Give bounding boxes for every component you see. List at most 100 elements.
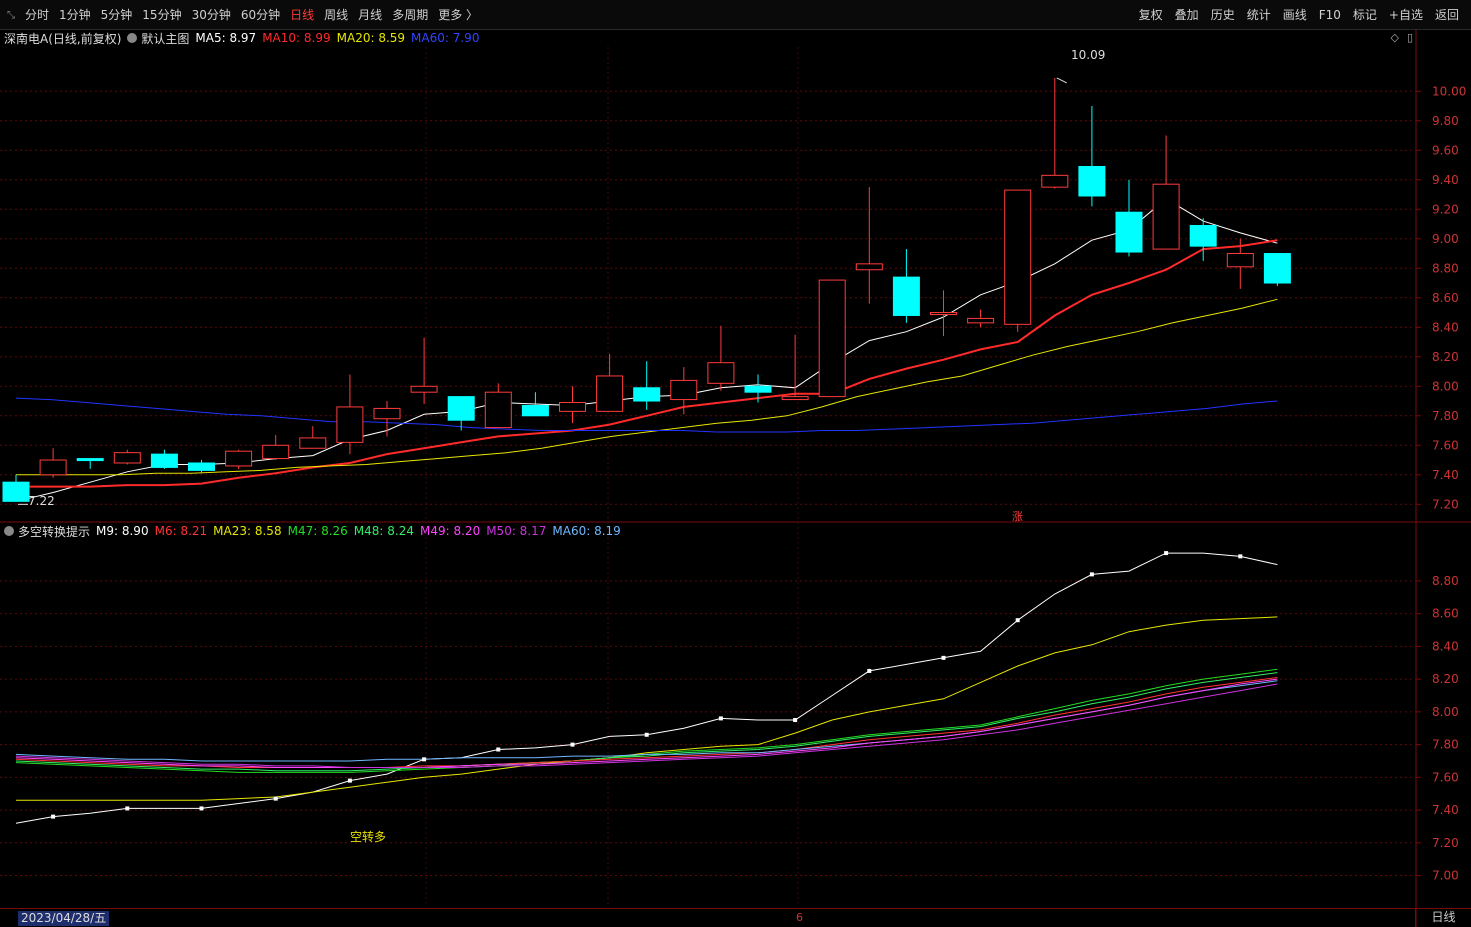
candle-body bbox=[596, 375, 624, 412]
month-mark: 6 bbox=[796, 911, 803, 924]
candle-body bbox=[1152, 183, 1180, 250]
m9-marker bbox=[199, 806, 204, 811]
candle-body bbox=[373, 407, 401, 420]
candle-body bbox=[670, 379, 698, 401]
candle-body bbox=[1226, 253, 1254, 268]
candle-body bbox=[967, 317, 995, 324]
price-tick-label: 7.40 bbox=[1432, 468, 1459, 482]
candle-body bbox=[188, 462, 215, 471]
m9-marker bbox=[644, 732, 649, 737]
candle-body bbox=[930, 312, 957, 316]
candle[interactable] bbox=[113, 449, 141, 465]
price-tick-label: 7.80 bbox=[1432, 409, 1459, 423]
candle-body bbox=[262, 444, 290, 460]
candle-body bbox=[744, 385, 772, 393]
candle[interactable] bbox=[967, 309, 995, 328]
candle[interactable] bbox=[225, 449, 253, 469]
m9-marker bbox=[718, 716, 723, 721]
candle-body bbox=[1189, 224, 1217, 247]
candle[interactable] bbox=[1004, 189, 1032, 332]
high-price-label: 10.09 bbox=[1071, 48, 1106, 62]
candle-body bbox=[521, 404, 549, 417]
m9-marker bbox=[1089, 572, 1094, 577]
candle[interactable] bbox=[781, 334, 809, 401]
m9-marker bbox=[496, 747, 501, 752]
candle[interactable] bbox=[670, 367, 698, 415]
candle-body bbox=[781, 396, 809, 401]
period-button[interactable]: 日线 bbox=[1415, 908, 1471, 927]
candle[interactable] bbox=[1115, 179, 1143, 257]
candle[interactable] bbox=[596, 353, 624, 412]
candle-body bbox=[1078, 165, 1106, 197]
candle[interactable] bbox=[707, 325, 735, 391]
sub-tick-label: 7.60 bbox=[1432, 770, 1459, 784]
candle-body bbox=[892, 276, 920, 316]
candle-body bbox=[1041, 174, 1069, 188]
candle-body bbox=[855, 263, 883, 271]
candle[interactable] bbox=[855, 187, 883, 304]
sub-tick-label: 8.40 bbox=[1432, 639, 1459, 653]
candle[interactable] bbox=[484, 383, 512, 429]
candle[interactable] bbox=[930, 290, 957, 337]
price-tick-label: 9.40 bbox=[1432, 173, 1459, 187]
candle-body bbox=[818, 279, 846, 398]
time-axis bbox=[0, 908, 1471, 927]
candle[interactable] bbox=[262, 434, 290, 461]
m9-marker bbox=[347, 778, 352, 783]
candle-body bbox=[633, 387, 661, 402]
candle-body bbox=[225, 450, 253, 467]
m9-marker bbox=[125, 806, 130, 811]
price-tick-label: 10.00 bbox=[1432, 84, 1466, 98]
candle[interactable] bbox=[1041, 77, 1069, 189]
candle-body bbox=[150, 453, 178, 468]
m9-marker bbox=[1015, 618, 1020, 623]
candle-body bbox=[1263, 253, 1291, 284]
price-tick-label: 8.40 bbox=[1432, 320, 1459, 334]
candle[interactable] bbox=[633, 361, 661, 410]
candle-body bbox=[113, 452, 141, 464]
sub-tick-label: 8.60 bbox=[1432, 607, 1459, 621]
candle-body bbox=[559, 402, 586, 412]
candle[interactable] bbox=[818, 279, 846, 398]
candle[interactable] bbox=[1152, 135, 1180, 250]
candle[interactable] bbox=[188, 460, 215, 474]
sub-tick-label: 7.40 bbox=[1432, 803, 1459, 817]
m9-marker bbox=[51, 814, 56, 819]
ma-line-ma5 bbox=[15, 198, 1278, 502]
cursor-date: 2023/04/28/五 bbox=[18, 911, 110, 926]
m9-marker bbox=[273, 796, 278, 801]
sub-line-m50 bbox=[15, 683, 1278, 768]
candle-body bbox=[484, 391, 512, 429]
candle[interactable] bbox=[39, 448, 67, 478]
candle[interactable] bbox=[892, 249, 920, 323]
candle[interactable] bbox=[410, 337, 438, 404]
candle[interactable] bbox=[373, 401, 401, 437]
candle-body bbox=[410, 385, 438, 393]
candle[interactable] bbox=[1263, 253, 1291, 286]
price-tick-label: 8.60 bbox=[1432, 291, 1459, 305]
candle-body bbox=[336, 406, 364, 443]
candle[interactable] bbox=[559, 386, 586, 424]
m9-marker bbox=[1238, 554, 1243, 559]
sub-line-m48 bbox=[15, 672, 1278, 772]
sub-line-ma23 bbox=[16, 616, 1278, 801]
candle-body bbox=[707, 362, 735, 384]
sub-tick-label: 7.00 bbox=[1432, 869, 1459, 883]
price-tick-label: 9.00 bbox=[1432, 232, 1459, 246]
candle-body bbox=[76, 458, 104, 462]
sub-tick-label: 8.00 bbox=[1432, 705, 1459, 719]
price-tick-label: 9.80 bbox=[1432, 114, 1459, 128]
m9-marker bbox=[1164, 551, 1169, 556]
sub-line-m47 bbox=[15, 668, 1278, 773]
candle[interactable] bbox=[150, 449, 178, 469]
price-tick-label: 7.60 bbox=[1432, 438, 1459, 452]
candle[interactable] bbox=[2, 474, 30, 502]
candle-body bbox=[1004, 189, 1032, 325]
sub-tick-label: 7.80 bbox=[1432, 738, 1459, 752]
candle[interactable] bbox=[76, 458, 104, 469]
signal-label: 空转多 bbox=[350, 830, 387, 844]
price-tick-label: 8.20 bbox=[1432, 350, 1459, 364]
kline-chart[interactable]: 7.20 7.40 7.60 7.80 8.00 8.20 8.40 8.60 8.80 9.00… bbox=[0, 0, 1471, 927]
price-tick-label: 9.60 bbox=[1432, 143, 1459, 157]
candle[interactable] bbox=[299, 426, 327, 449]
